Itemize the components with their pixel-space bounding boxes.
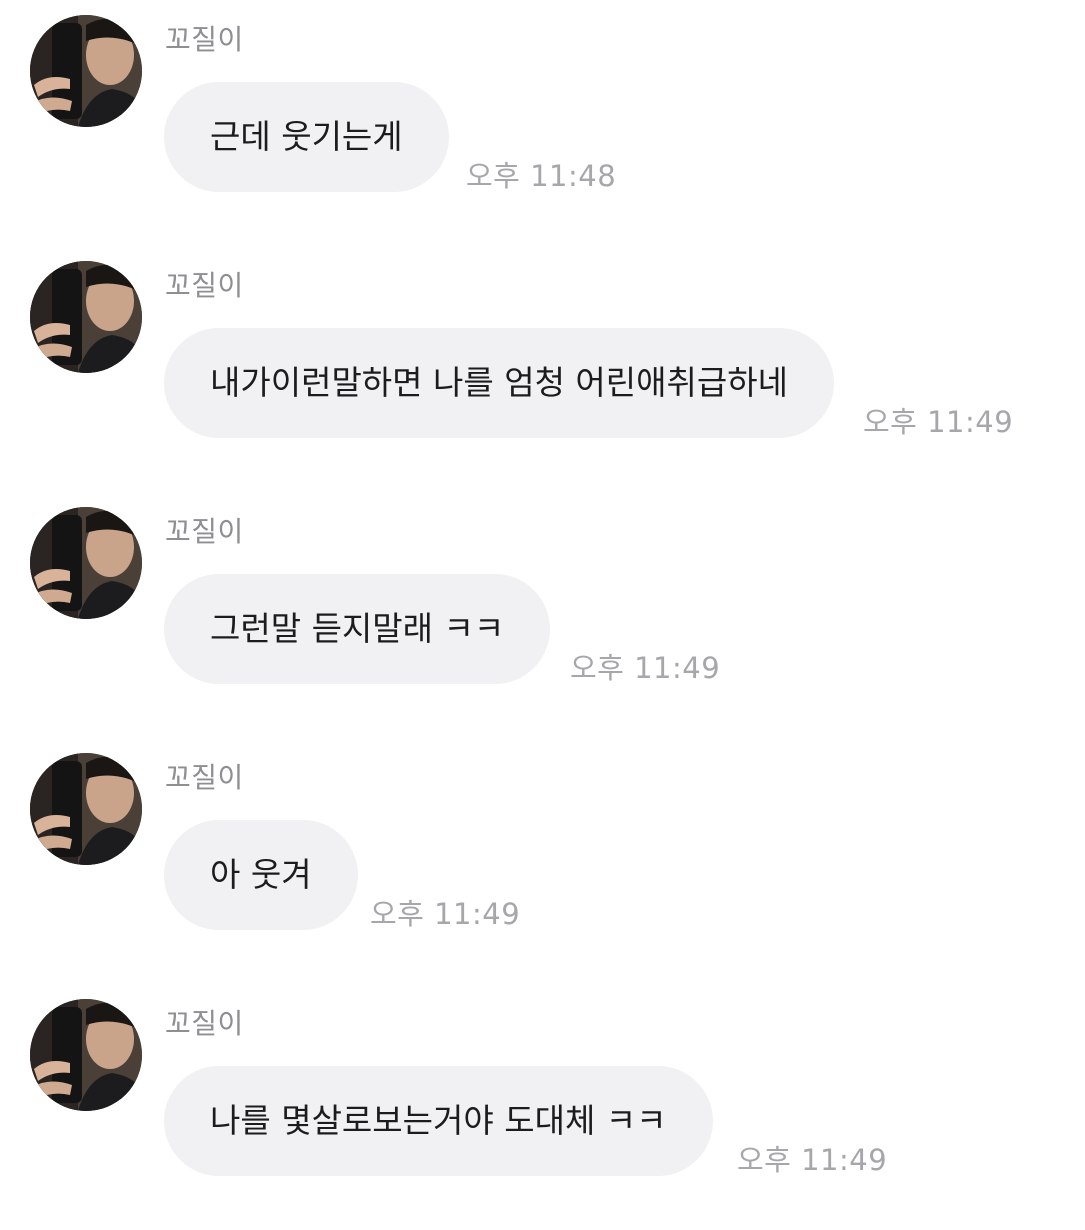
chat-message: 꼬질이 근데 웃기는게 오후 11:48 [0, 0, 1085, 246]
profile-photo-icon [30, 261, 142, 373]
sender-name: 꼬질이 [165, 761, 244, 794]
profile-photo-icon [30, 999, 142, 1111]
message-bubble[interactable]: 아 웃겨 [164, 820, 358, 930]
message-timestamp: 오후 11:48 [466, 159, 617, 193]
message-timestamp: 오후 11:49 [570, 651, 721, 685]
profile-photo-icon [30, 753, 142, 865]
message-bubble[interactable]: 내가이런말하면 나를 엄청 어린애취급하네 [164, 328, 834, 438]
profile-photo-icon [30, 507, 142, 619]
sender-name: 꼬질이 [165, 515, 244, 548]
avatar[interactable] [30, 999, 142, 1111]
message-timestamp: 오후 11:49 [737, 1143, 888, 1177]
sender-name: 꼬질이 [165, 1007, 244, 1040]
chat-message: 꼬질이 내가이런말하면 나를 엄청 어린애취급하네 오후 11:49 [0, 246, 1085, 492]
avatar[interactable] [30, 753, 142, 865]
message-bubble[interactable]: 그런말 듣지말래 ㅋㅋ [164, 574, 551, 684]
message-timestamp: 오후 11:49 [863, 405, 1014, 439]
avatar[interactable] [30, 507, 142, 619]
sender-name: 꼬질이 [165, 23, 244, 56]
avatar[interactable] [30, 261, 142, 373]
sender-name: 꼬질이 [165, 269, 244, 302]
chat-message: 꼬질이 나를 몇살로보는거야 도대체 ㅋㅋ 오후 11:49 [0, 984, 1085, 1230]
chat-message-list: 꼬질이 근데 웃기는게 오후 11:48 꼬질이 내가이런말하면 나를 엄청 어… [0, 0, 1085, 1200]
message-timestamp: 오후 11:49 [370, 897, 521, 931]
message-bubble[interactable]: 근데 웃기는게 [164, 82, 449, 192]
profile-photo-icon [30, 15, 142, 127]
message-bubble[interactable]: 나를 몇살로보는거야 도대체 ㅋㅋ [164, 1066, 713, 1176]
chat-message: 꼬질이 아 웃겨 오후 11:49 [0, 738, 1085, 984]
chat-message: 꼬질이 그런말 듣지말래 ㅋㅋ 오후 11:49 [0, 492, 1085, 738]
avatar[interactable] [30, 15, 142, 127]
